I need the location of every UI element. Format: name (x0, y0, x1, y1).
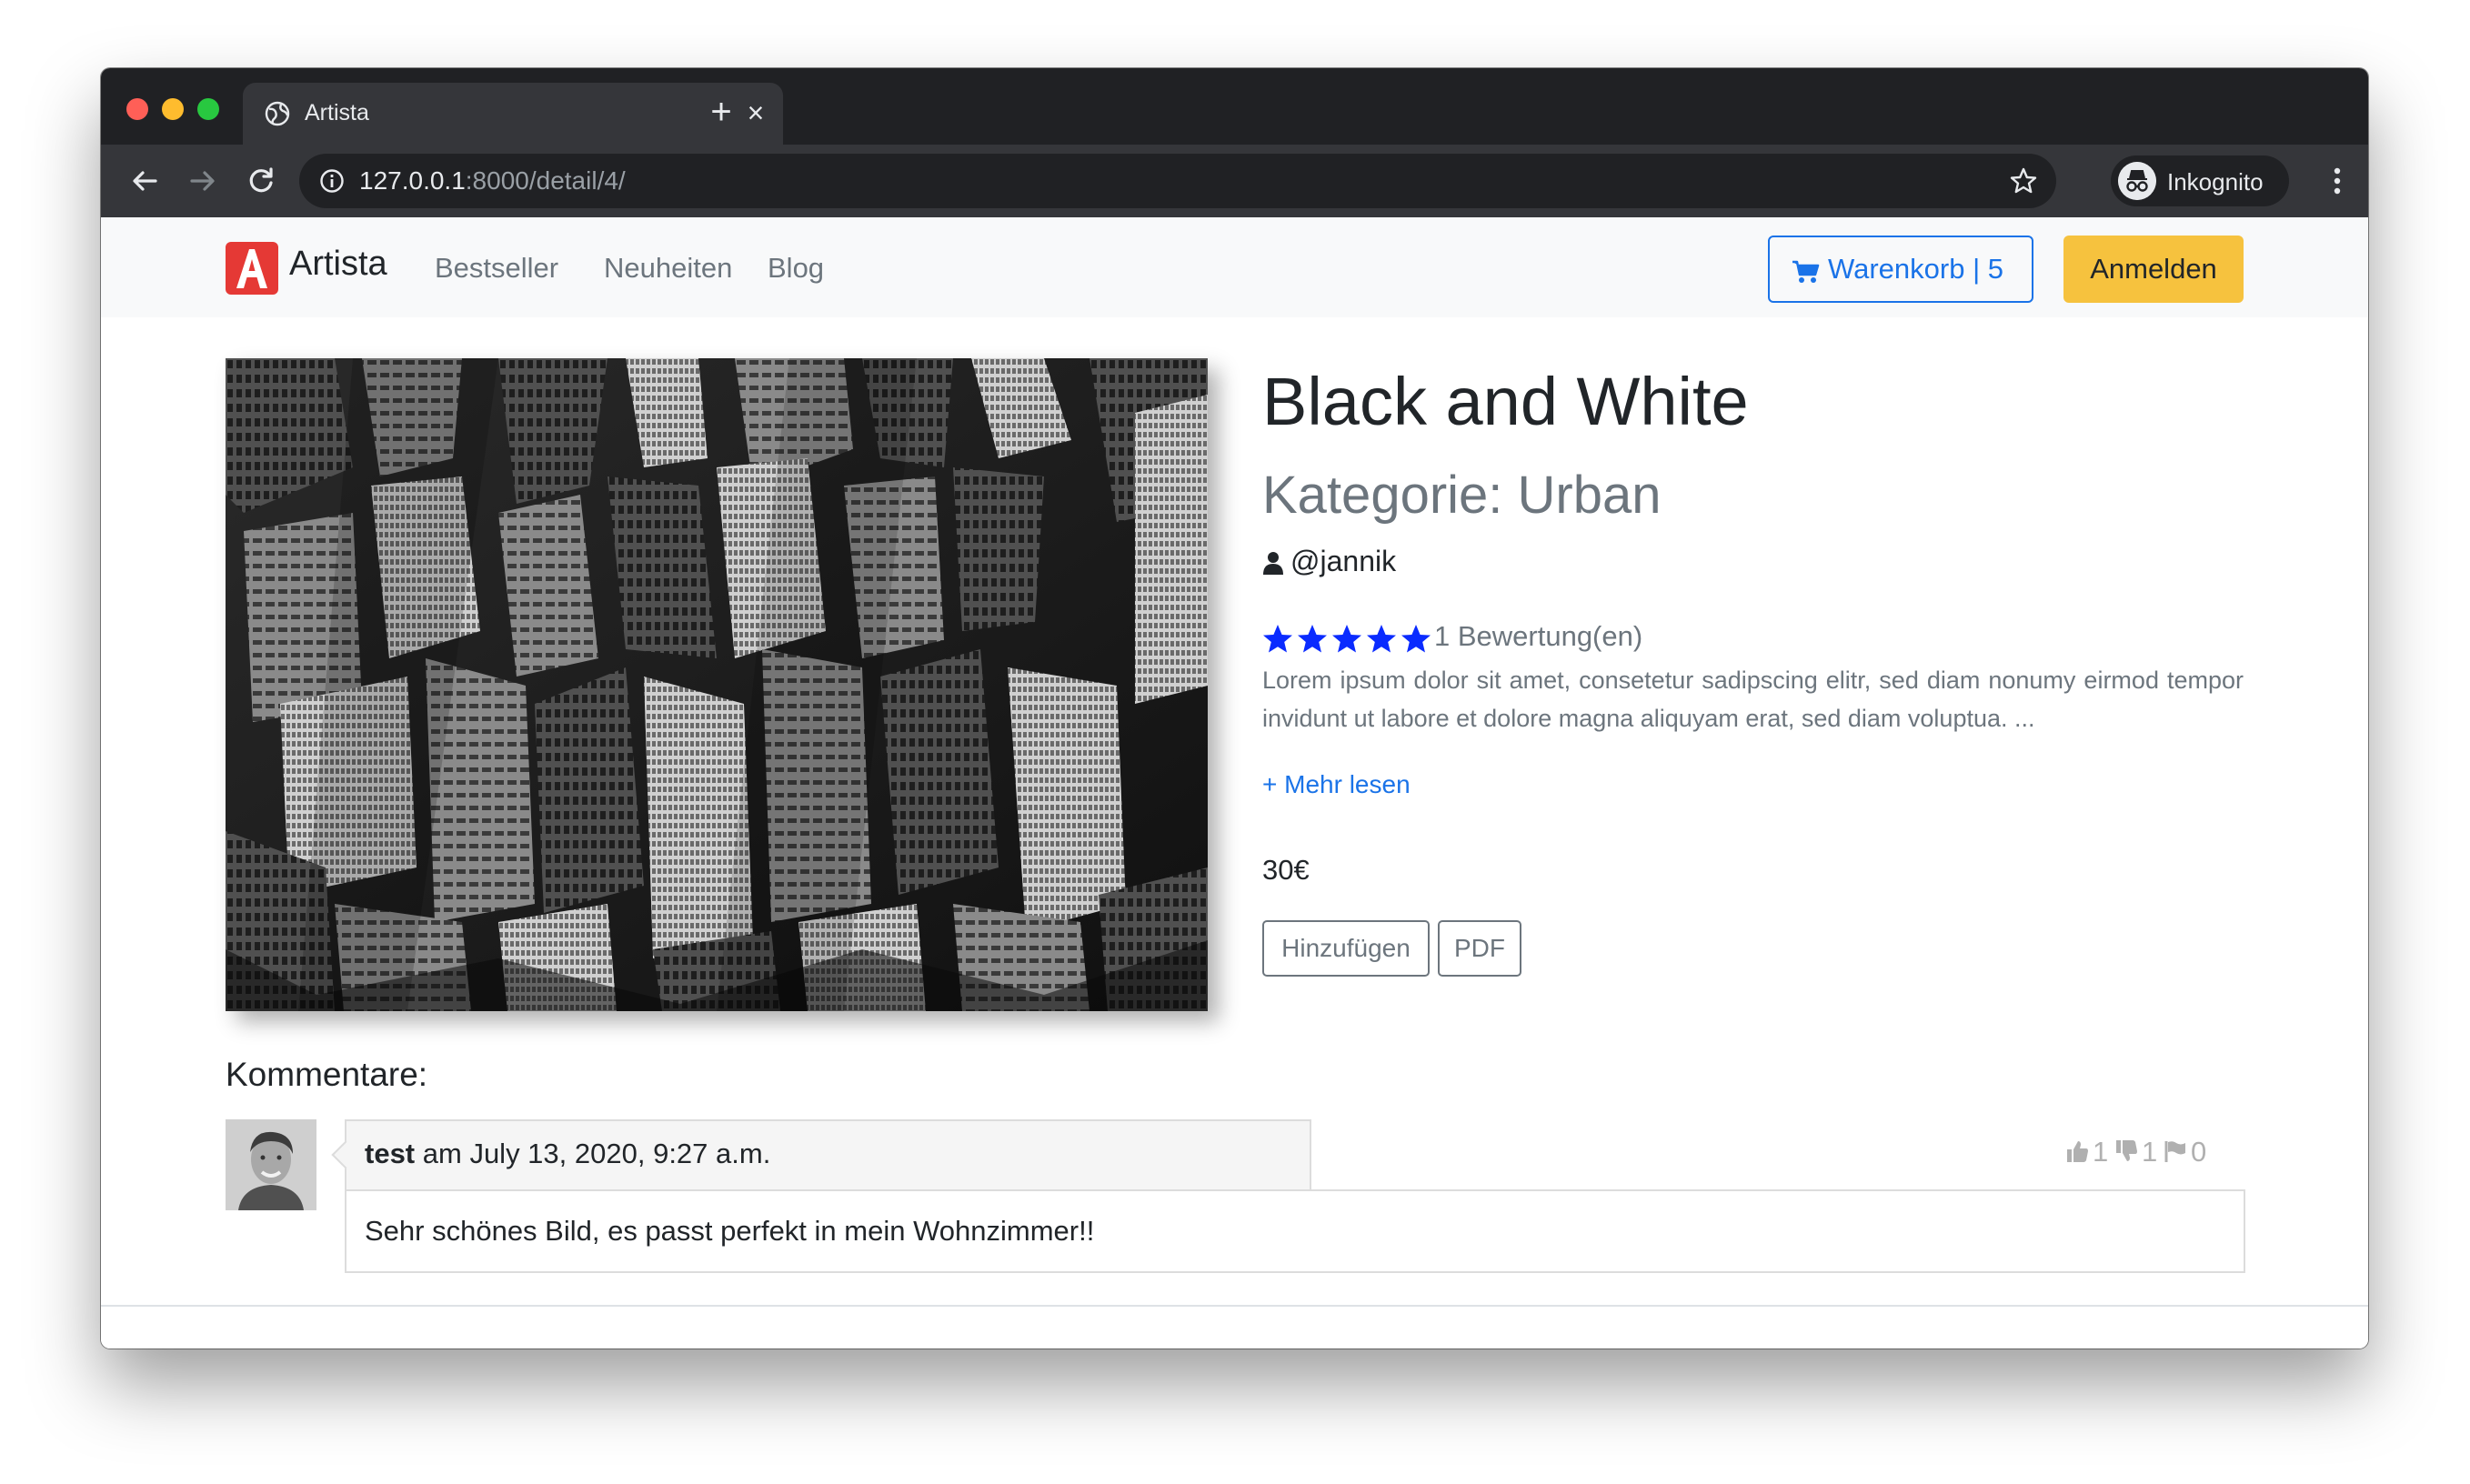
kebab-menu-icon[interactable] (2324, 161, 2351, 201)
comment-caret (331, 1140, 360, 1169)
comment-reactions: 1 1 0 (2065, 1136, 2247, 1172)
browser-window: Artista × + 127.0.0.1:8000/detail/4/ Ink… (101, 68, 2368, 1349)
close-window-button[interactable] (126, 98, 148, 120)
thumbs-up-icon[interactable] (2065, 1139, 2089, 1163)
footer-divider (101, 1305, 2368, 1307)
product-title: Black and White (1262, 364, 1749, 439)
rating-stars (1263, 625, 1431, 653)
star-icon (1401, 625, 1431, 653)
cart-button[interactable]: Warenkorb | 5 (1768, 236, 2033, 303)
star-icon (1263, 625, 1292, 653)
login-button[interactable]: Anmelden (2063, 236, 2244, 303)
browser-tab[interactable]: Artista × (243, 83, 783, 145)
author-name[interactable]: @jannik (1290, 545, 1396, 578)
nav-link-neuheiten[interactable]: Neuheiten (604, 252, 732, 285)
product-image (226, 358, 1208, 1011)
page-content: Artista Bestseller Neuheiten Blog Warenk… (101, 217, 2368, 1349)
comment-date: am July 13, 2020, 9:27 a.m. (422, 1138, 771, 1169)
comments-heading: Kommentare: (226, 1056, 428, 1093)
incognito-profile-button[interactable]: Inkognito (2111, 155, 2289, 206)
incognito-icon (2118, 162, 2156, 200)
globe-icon (265, 101, 290, 126)
logo-icon (236, 249, 267, 288)
dislike-count: 1 (2142, 1136, 2158, 1168)
nav-link-blog[interactable]: Blog (768, 252, 824, 285)
back-arrow-icon[interactable] (125, 161, 165, 201)
tab-title: Artista (305, 100, 369, 125)
minimize-window-button[interactable] (162, 98, 184, 120)
star-icon (1298, 625, 1327, 653)
url-text: 127.0.0.1:8000/detail/4/ (359, 166, 626, 195)
site-navbar: Artista Bestseller Neuheiten Blog Warenk… (101, 217, 2368, 317)
cart-icon (1792, 260, 1820, 283)
avatar-image (226, 1119, 316, 1210)
maximize-window-button[interactable] (197, 98, 219, 120)
tab-bar: Artista × + (101, 68, 2368, 145)
forward-arrow-icon[interactable] (183, 161, 223, 201)
product-category: Kategorie: Urban (1262, 466, 1662, 525)
star-icon[interactable] (2009, 166, 2038, 196)
comment-text: Sehr schönes Bild, es passt perfekt in m… (365, 1215, 1095, 1247)
reload-icon[interactable] (241, 161, 281, 201)
star-icon (1332, 625, 1361, 653)
star-icon (1367, 625, 1396, 653)
flag-icon[interactable] (2164, 1139, 2187, 1163)
address-bar[interactable]: 127.0.0.1:8000/detail/4/ (299, 154, 2056, 208)
comment-user[interactable]: test (365, 1138, 415, 1169)
city-photo (226, 358, 1208, 1011)
profile-label: Inkognito (2167, 168, 2264, 196)
info-icon[interactable] (319, 168, 345, 194)
plus-icon[interactable]: + (703, 94, 739, 130)
thumbs-down-icon[interactable] (2114, 1139, 2138, 1163)
product-price: 30€ (1262, 854, 1310, 886)
product-description: Lorem ipsum dolor sit amet, consetetur s… (1262, 667, 2244, 732)
read-more-link[interactable]: + Mehr lesen (1262, 770, 1411, 799)
user-icon (1263, 552, 1283, 575)
comment-body: Sehr schönes Bild, es passt perfekt in m… (345, 1189, 2245, 1273)
avatar (226, 1119, 316, 1210)
close-icon[interactable]: × (741, 98, 770, 127)
pdf-button[interactable]: PDF (1438, 920, 1521, 977)
brand-name[interactable]: Artista (289, 245, 387, 284)
add-to-cart-button[interactable]: Hinzufügen (1262, 920, 1430, 977)
cart-label: Warenkorb | 5 (1828, 253, 2003, 285)
rating-count: 1 Bewertung(en) (1434, 620, 1643, 652)
brand-logo[interactable] (226, 242, 278, 295)
nav-link-bestseller[interactable]: Bestseller (435, 252, 558, 285)
comment-header: test am July 13, 2020, 9:27 a.m. (331, 1119, 1311, 1191)
like-count: 1 (2093, 1136, 2109, 1168)
flag-count: 0 (2191, 1136, 2207, 1168)
browser-toolbar: 127.0.0.1:8000/detail/4/ Inkognito (101, 145, 2368, 217)
comment-meta: test am July 13, 2020, 9:27 a.m. (365, 1138, 770, 1170)
